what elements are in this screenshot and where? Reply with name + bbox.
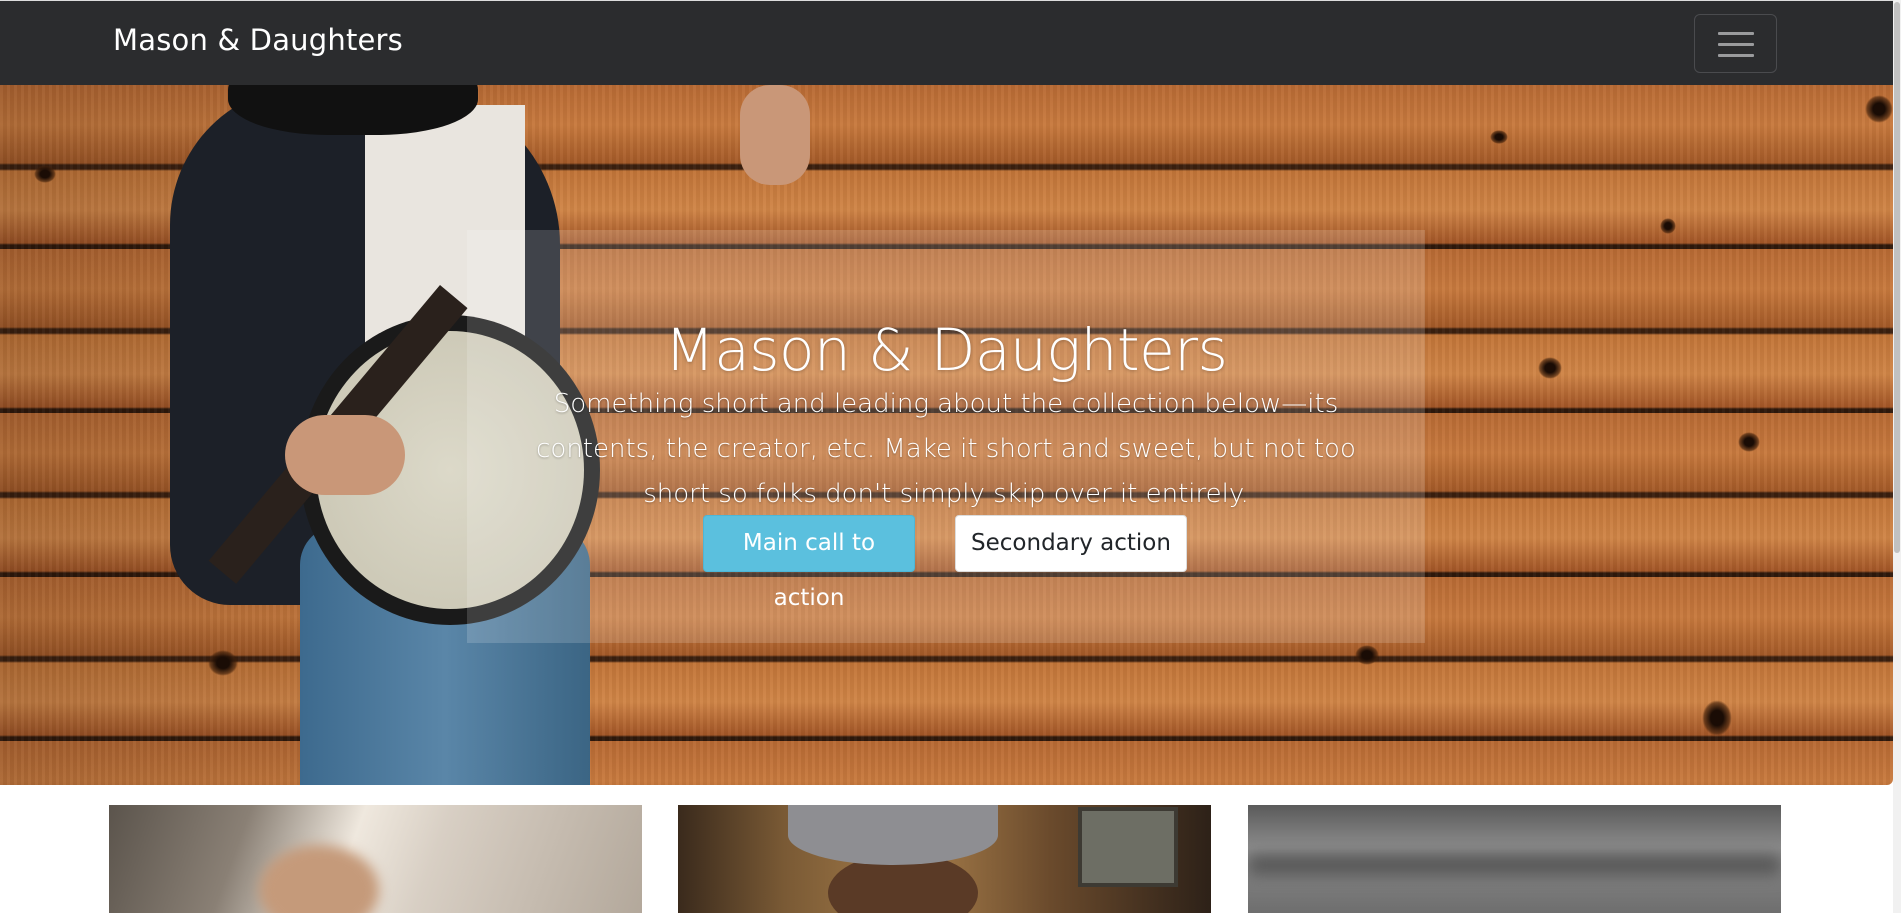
hero-jumbotron: Mason & Daughters Something short and le… xyxy=(0,85,1893,785)
wood-knot xyxy=(1355,645,1379,665)
hamburger-icon-middle xyxy=(1718,43,1754,46)
brand-link[interactable]: Mason & Daughters xyxy=(113,23,403,57)
album-card-image[interactable] xyxy=(109,805,642,913)
wood-knot xyxy=(1490,130,1508,144)
main-call-to-action-button[interactable]: Main call to action xyxy=(703,515,915,611)
grayscale-photo xyxy=(1248,855,1781,875)
album-card-image[interactable] xyxy=(1248,805,1781,913)
hero-lead-text: Something short and leading about the co… xyxy=(536,389,1356,509)
wood-knot xyxy=(208,650,238,676)
hero-panel: Mason & Daughters Something short and le… xyxy=(467,230,1425,643)
wood-knot xyxy=(1660,218,1676,234)
wood-knot xyxy=(1702,700,1732,736)
scrollbar-thumb[interactable] xyxy=(1894,2,1900,553)
hero-title: Mason & Daughters xyxy=(664,315,1228,384)
hamburger-icon xyxy=(1718,32,1754,35)
secondary-action-button[interactable]: Secondary action xyxy=(955,515,1187,572)
album-card-image[interactable] xyxy=(678,805,1211,913)
fretting-hand xyxy=(740,85,810,185)
woman-in-hat-photo xyxy=(788,805,998,865)
navbar: Mason & Daughters xyxy=(0,0,1893,85)
wood-knot xyxy=(1865,95,1893,123)
navbar-toggle-button[interactable] xyxy=(1694,14,1777,73)
wood-knot xyxy=(34,165,56,183)
guitarist-photo xyxy=(259,845,379,913)
hamburger-icon-bottom xyxy=(1718,54,1754,57)
television-prop xyxy=(1078,807,1178,887)
wood-knot xyxy=(1538,357,1562,379)
strumming-hand xyxy=(285,415,405,495)
wood-knot xyxy=(1738,432,1760,452)
